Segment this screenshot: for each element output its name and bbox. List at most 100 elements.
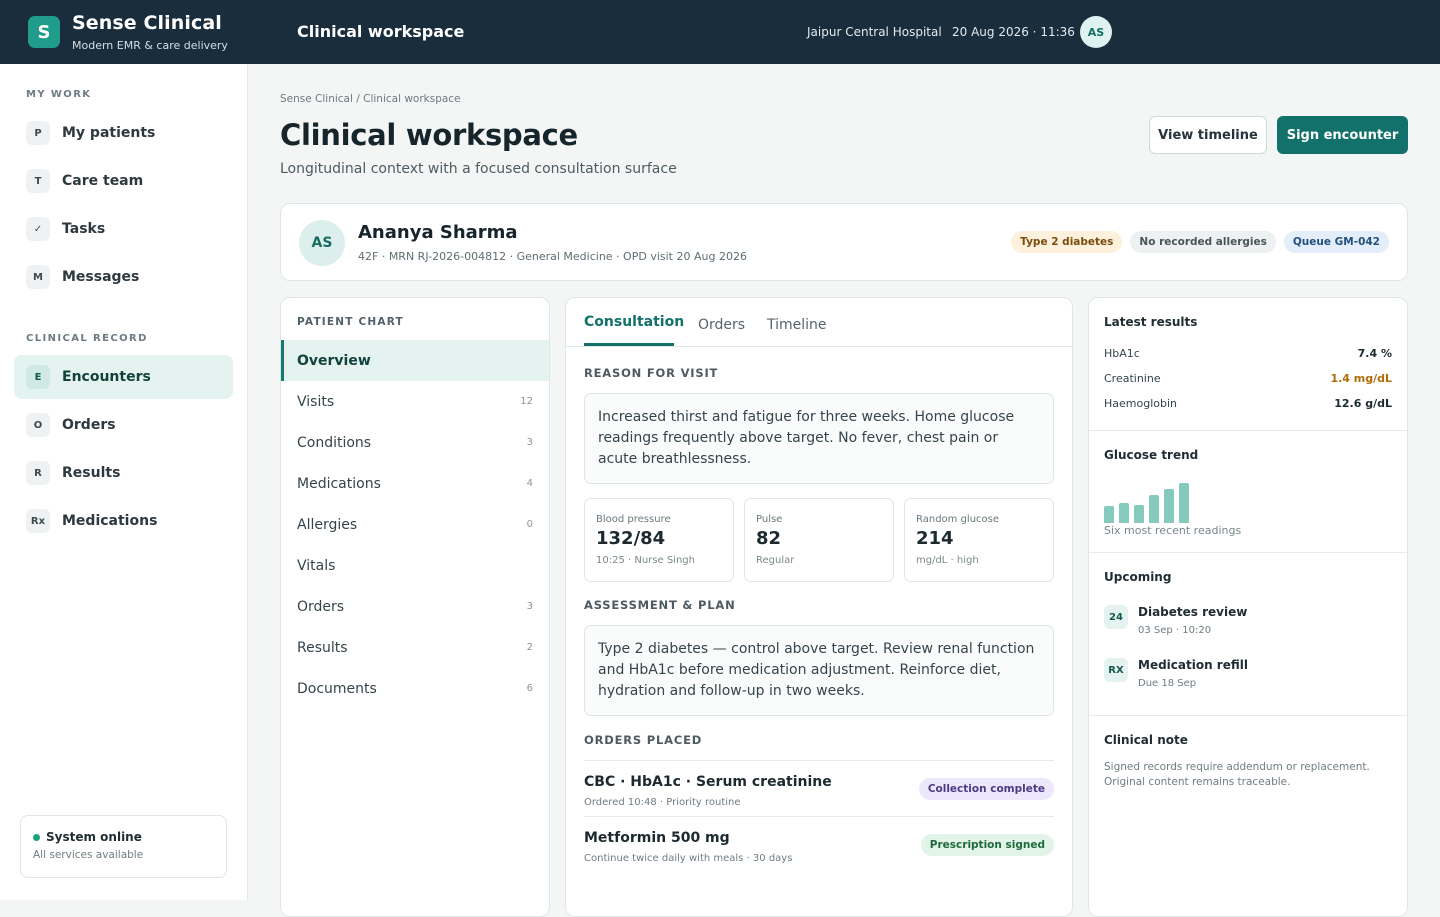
active-tab-indicator (584, 343, 674, 346)
order-status-badge: Prescription signed (920, 834, 1054, 856)
vital-sub: 10:25 · Nurse Singh (596, 555, 695, 566)
glucose-trend-bar (1179, 483, 1189, 523)
glucose-trend-bar (1134, 505, 1144, 523)
encounters-icon: E (26, 365, 50, 389)
chart-nav-overview[interactable]: Overview (281, 340, 549, 381)
page-title: Clinical workspace (280, 118, 578, 152)
patient-banner: AS Ananya Sharma 42F · MRN RJ-2026-00481… (280, 203, 1408, 281)
sidebar-item-tasks[interactable]: ✓ Tasks (14, 207, 233, 251)
chart-nav-vitals[interactable]: Vitals (281, 545, 549, 586)
sidebar-item-label: My patients (62, 125, 156, 141)
sidebar-item-label: Messages (62, 269, 140, 285)
chart-nav-allergies[interactable]: Allergies 0 (281, 504, 549, 545)
result-name: HbA1c (1104, 347, 1140, 360)
current-datetime: 20 Aug 2026 · 11:36 (952, 25, 1075, 39)
order-sub: Ordered 10:48 · Priority routine (584, 797, 741, 808)
patient-chart-heading: PATIENT CHART (297, 316, 404, 328)
chart-nav-label: Vitals (297, 557, 336, 574)
upcoming-item-title[interactable]: Diabetes review (1138, 605, 1247, 619)
vital-label: Random glucose (916, 514, 1000, 525)
chart-nav-label: Conditions (297, 434, 372, 451)
sidebar-item-care-team[interactable]: T Care team (14, 159, 233, 203)
order-sub: Continue twice daily with meals · 30 day… (584, 853, 793, 864)
result-value: 1.4 mg/dL (1330, 372, 1392, 385)
chart-nav-visits[interactable]: Visits 12 (281, 381, 549, 422)
tab-consultation[interactable]: Consultation (584, 314, 684, 330)
tab-timeline[interactable]: Timeline (767, 317, 827, 333)
result-value: 12.6 g/dL (1334, 397, 1392, 410)
sign-encounter-button[interactable]: Sign encounter (1277, 116, 1408, 154)
orders-placed-label: ORDERS PLACED (584, 733, 703, 747)
consultation-panel: Consultation Orders Timeline REASON FOR … (565, 297, 1073, 917)
workspace-title: Clinical workspace (297, 22, 465, 41)
order-name: Metformin 500 mg (584, 830, 730, 846)
tab-orders[interactable]: Orders (698, 317, 745, 333)
order-row[interactable]: Metformin 500 mg Continue twice daily wi… (584, 816, 1054, 872)
chart-nav-results[interactable]: Results 2 (281, 627, 549, 668)
glucose-trend-bars (1104, 471, 1224, 523)
result-row[interactable]: Haemoglobin 12.6 g/dL (1104, 397, 1392, 410)
sidebar-item-label: Results (62, 465, 121, 481)
queue-tag: Queue GM-042 (1283, 231, 1389, 253)
result-value: 7.4 % (1357, 347, 1392, 360)
check-icon: ✓ (26, 217, 50, 241)
breadcrumb[interactable]: Sense Clinical / Clinical workspace (280, 93, 461, 105)
upcoming-item-title[interactable]: Medication refill (1138, 658, 1248, 672)
chart-nav-count: 0 (526, 519, 533, 530)
sidebar-item-orders[interactable]: O Orders (14, 403, 233, 447)
vital-value: 132/84 (596, 528, 666, 549)
reason-for-visit-text[interactable]: Increased thirst and fatigue for three w… (584, 393, 1054, 484)
chart-nav-label: Allergies (297, 516, 358, 533)
result-row[interactable]: Creatinine 1.4 mg/dL (1104, 372, 1392, 385)
sidebar-item-my-patients[interactable]: P My patients (14, 111, 233, 155)
status-dot-icon (33, 834, 40, 841)
upcoming-item-sub: Due 18 Sep (1138, 678, 1197, 689)
view-timeline-button[interactable]: View timeline (1149, 116, 1267, 154)
chart-nav-medications[interactable]: Medications 4 (281, 463, 549, 504)
calendar-icon: 24 (1104, 605, 1128, 629)
patient-avatar: AS (299, 220, 345, 266)
chart-nav-label: Documents (297, 680, 377, 697)
chart-nav-documents[interactable]: Documents 6 (281, 668, 549, 709)
glucose-trend-title: Glucose trend (1104, 448, 1199, 462)
chart-nav-count: 3 (526, 437, 533, 448)
latest-results-title: Latest results (1104, 315, 1198, 329)
sidebar-item-encounters[interactable]: E Encounters (14, 355, 233, 399)
sidebar-item-label: Medications (62, 513, 158, 529)
assessment-plan-text[interactable]: Type 2 diabetes — control above target. … (584, 625, 1054, 716)
plan-label: ASSESSMENT & PLAN (584, 598, 736, 612)
chart-nav-conditions[interactable]: Conditions 3 (281, 422, 549, 463)
result-row[interactable]: HbA1c 7.4 % (1104, 347, 1392, 360)
condition-tag: Type 2 diabetes (1011, 231, 1123, 253)
messages-icon: M (26, 265, 50, 289)
patient-name: Ananya Sharma (358, 222, 518, 243)
glucose-trend-bar (1104, 506, 1114, 523)
vital-value: 214 (916, 528, 954, 549)
glucose-trend-caption: Six most recent readings (1104, 524, 1242, 537)
order-row[interactable]: CBC · HbA1c · Serum creatinine Ordered 1… (584, 760, 1054, 816)
sidebar-item-results[interactable]: R Results (14, 451, 233, 495)
user-avatar[interactable]: AS (1080, 16, 1112, 48)
glucose-trend-bar (1119, 503, 1129, 523)
sidebar-item-messages[interactable]: M Messages (14, 255, 233, 299)
vital-label: Pulse (756, 514, 783, 525)
glucose-trend-bar (1149, 495, 1159, 523)
chart-nav-orders[interactable]: Orders 3 (281, 586, 549, 627)
hospital-name[interactable]: Jaipur Central Hospital (807, 25, 942, 39)
sidebar-item-label: Tasks (62, 221, 106, 237)
sidebar-item-label: Orders (62, 417, 116, 433)
sidebar-item-label: Care team (62, 173, 144, 189)
chart-nav-label: Orders (297, 598, 345, 615)
app-logo[interactable]: S (28, 16, 60, 48)
chart-nav-count: 3 (526, 601, 533, 612)
system-status-sub: All services available (33, 849, 144, 861)
chart-nav-count: 2 (526, 642, 533, 653)
glucose-trend-bar (1164, 489, 1174, 523)
top-bar: S Sense Clinical Modern EMR & care deliv… (0, 0, 1440, 64)
vital-card-pulse: Pulse 82 Regular (744, 498, 894, 582)
sidebar-item-medications[interactable]: Rx Medications (14, 499, 233, 543)
chart-nav-count: 12 (520, 396, 533, 407)
page-subtitle: Longitudinal context with a focused cons… (280, 161, 677, 177)
brand-name: Sense Clinical (72, 12, 222, 34)
orders-icon: O (26, 413, 50, 437)
